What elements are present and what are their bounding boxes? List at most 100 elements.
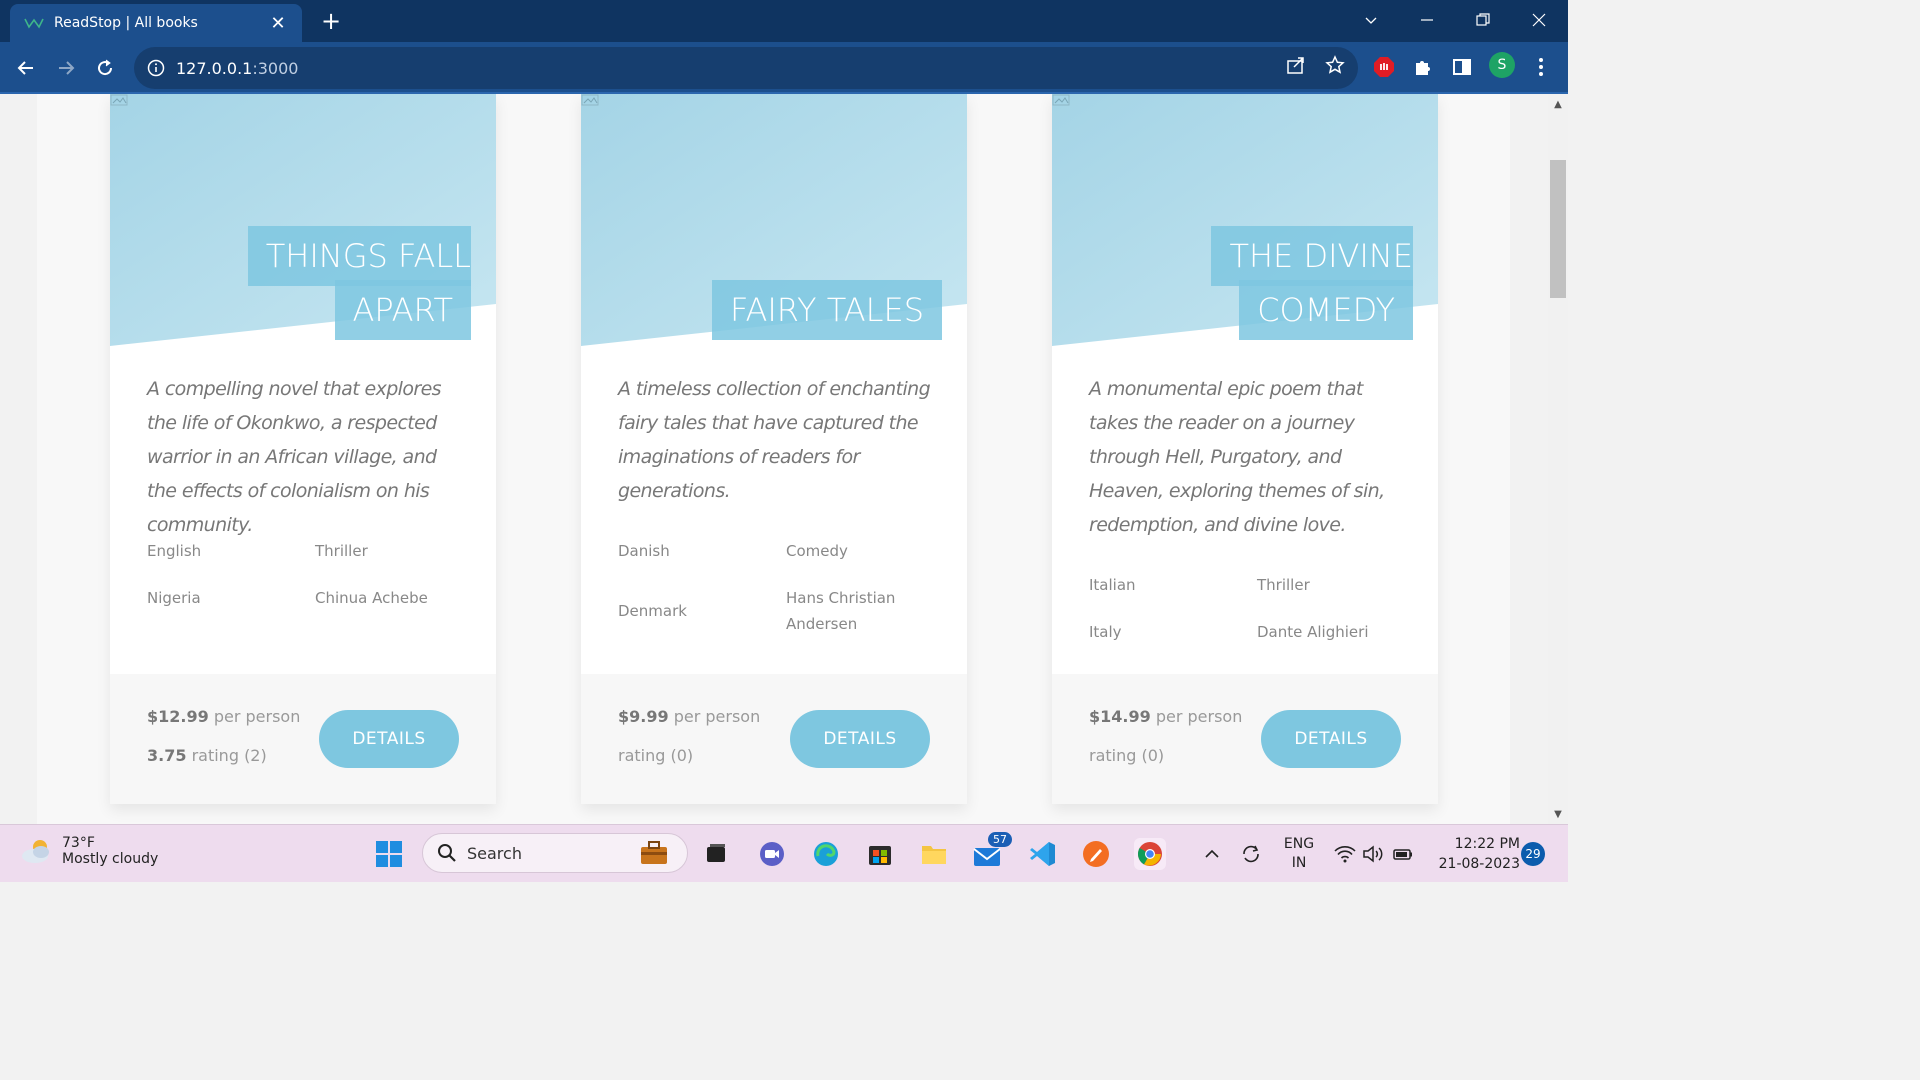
search-placeholder: Search: [467, 843, 522, 863]
clock-time: 12:22 PM: [1454, 836, 1520, 852]
book-description: A timeless collection of enchanting fair…: [618, 378, 931, 502]
extensions-puzzle-icon[interactable]: [1410, 54, 1436, 80]
book-title: FAIRY TALES: [642, 280, 942, 346]
book-rating: rating (0): [1089, 746, 1164, 765]
rating-text: rating (0): [1089, 746, 1165, 765]
sync-icon[interactable]: [1236, 825, 1266, 883]
restore-button[interactable]: [1455, 0, 1511, 40]
broken-image-icon: [110, 94, 128, 106]
weather-condition: Mostly cloudy: [62, 851, 159, 867]
search-icon: [438, 844, 456, 862]
book-author: Hans Christian Andersen: [786, 589, 896, 633]
tab-search-icon[interactable]: [1343, 0, 1399, 40]
wifi-icon[interactable]: [1332, 825, 1358, 883]
edge-browser-icon[interactable]: [810, 838, 842, 870]
price-value: $9.99: [618, 707, 669, 726]
address-bar[interactable]: 127.0.0.1:3000: [134, 47, 1358, 89]
clock[interactable]: 12:22 PM 21-08-2023: [1424, 825, 1520, 883]
details-button[interactable]: DETAILS: [790, 710, 930, 768]
profile-avatar[interactable]: S: [1489, 52, 1515, 78]
volume-icon[interactable]: [1360, 825, 1386, 883]
book-author: Dante Alighieri: [1257, 623, 1369, 641]
store-icon[interactable]: [864, 838, 896, 870]
rating-text: rating (2): [191, 746, 267, 765]
language-indicator[interactable]: ENG IN: [1276, 825, 1322, 883]
side-panel-icon[interactable]: [1449, 54, 1475, 80]
book-title-line1: THINGS FALL: [247, 226, 471, 286]
book-title: THE DIVINE COMEDY: [1113, 226, 1413, 346]
ad-block-extension-icon[interactable]: [1371, 54, 1397, 80]
windows-taskbar: 73°F Mostly cloudy Search 57 ENG IN 12:2…: [0, 824, 1568, 882]
book-card: THINGS FALL APART A compelling novel tha…: [110, 94, 496, 804]
briefcase-icon: [641, 841, 667, 864]
book-title-line1: THE DIVINE: [1211, 226, 1413, 286]
scroll-down-arrow-icon[interactable]: ▼: [1548, 806, 1568, 822]
book-language: English: [147, 542, 202, 560]
price-unit: per person: [213, 707, 301, 726]
book-country: Nigeria: [147, 589, 201, 607]
close-window-button[interactable]: [1511, 0, 1567, 40]
scrollbar-thumb[interactable]: [1550, 160, 1566, 298]
card-footer: $9.99 per person rating (0) DETAILS: [581, 674, 967, 804]
book-country: Denmark: [618, 602, 687, 620]
show-hidden-icons-chevron-icon[interactable]: [1198, 825, 1226, 883]
book-title-line2: FAIRY TALES: [711, 280, 942, 340]
clock-date: 21-08-2023: [1438, 856, 1520, 872]
weather-widget[interactable]: 73°F Mostly cloudy: [20, 835, 158, 867]
rating-text: rating (0): [618, 746, 694, 765]
battery-icon[interactable]: [1390, 825, 1416, 883]
tab-title: ReadStop | All books: [54, 15, 198, 31]
book-price: $12.99 per person: [147, 707, 300, 726]
info-icon[interactable]: [146, 58, 166, 78]
book-description: A monumental epic poem that takes the re…: [1089, 378, 1385, 536]
browser-toolbar: 127.0.0.1:3000 S: [0, 42, 1568, 94]
broken-image-icon: [581, 94, 599, 106]
task-view-icon[interactable]: [700, 838, 732, 870]
price-value: $14.99: [1089, 707, 1151, 726]
browser-tab-strip: ReadStop | All books ✕ +: [0, 0, 1568, 42]
book-title: THINGS FALL APART: [171, 226, 471, 346]
reload-button[interactable]: [89, 52, 121, 84]
start-windows-icon[interactable]: [373, 838, 405, 870]
book-rating: rating (0): [618, 746, 693, 765]
lang-top: ENG: [1283, 836, 1315, 852]
back-button[interactable]: [10, 52, 42, 84]
book-genre: Comedy: [786, 542, 848, 560]
price-unit: per person: [673, 707, 761, 726]
tab-close-icon[interactable]: ✕: [266, 11, 290, 35]
forward-button[interactable]: [50, 52, 82, 84]
book-title-line2: APART: [334, 280, 471, 340]
cloud-icon: [22, 840, 49, 863]
file-explorer-icon[interactable]: [918, 838, 950, 870]
menu-kebab-icon[interactable]: [1528, 54, 1554, 80]
book-genre: Thriller: [1257, 576, 1310, 594]
details-button[interactable]: DETAILS: [319, 710, 459, 768]
crown-icon: [24, 18, 44, 29]
card-footer: $12.99 per person 3.75 rating (2) DETAIL…: [110, 674, 496, 804]
book-card: THE DIVINE COMEDY A monumental epic poem…: [1052, 94, 1438, 804]
card-footer: $14.99 per person rating (0) DETAILS: [1052, 674, 1438, 804]
page-scrollbar[interactable]: ▲ ▼: [1548, 94, 1568, 824]
taskbar-search[interactable]: Search: [422, 833, 688, 873]
chrome-icon[interactable]: [1134, 838, 1166, 870]
share-icon[interactable]: [1283, 52, 1309, 78]
scroll-up-arrow-icon[interactable]: ▲: [1548, 96, 1568, 112]
browser-tab[interactable]: ReadStop | All books ✕: [10, 4, 302, 42]
book-language: Danish: [618, 542, 670, 560]
notification-badge[interactable]: 29: [1521, 842, 1545, 866]
book-author: Chinua Achebe: [315, 589, 428, 607]
book-price: $14.99 per person: [1089, 707, 1242, 726]
vscode-icon[interactable]: [1027, 838, 1059, 870]
book-genre: Thriller: [315, 542, 368, 560]
mail-icon[interactable]: 57: [972, 832, 1012, 870]
details-button[interactable]: DETAILS: [1261, 710, 1401, 768]
lang-bottom: IN: [1291, 855, 1307, 871]
new-tab-button[interactable]: +: [316, 6, 346, 36]
page-viewport: THINGS FALL APART A compelling novel tha…: [0, 94, 1568, 824]
bookmark-star-icon[interactable]: [1322, 52, 1348, 78]
minimize-button[interactable]: [1399, 0, 1455, 40]
meet-video-icon[interactable]: [756, 838, 788, 870]
book-language: Italian: [1089, 576, 1136, 594]
url-port: :3000: [252, 58, 299, 78]
pen-app-icon[interactable]: [1080, 838, 1112, 870]
